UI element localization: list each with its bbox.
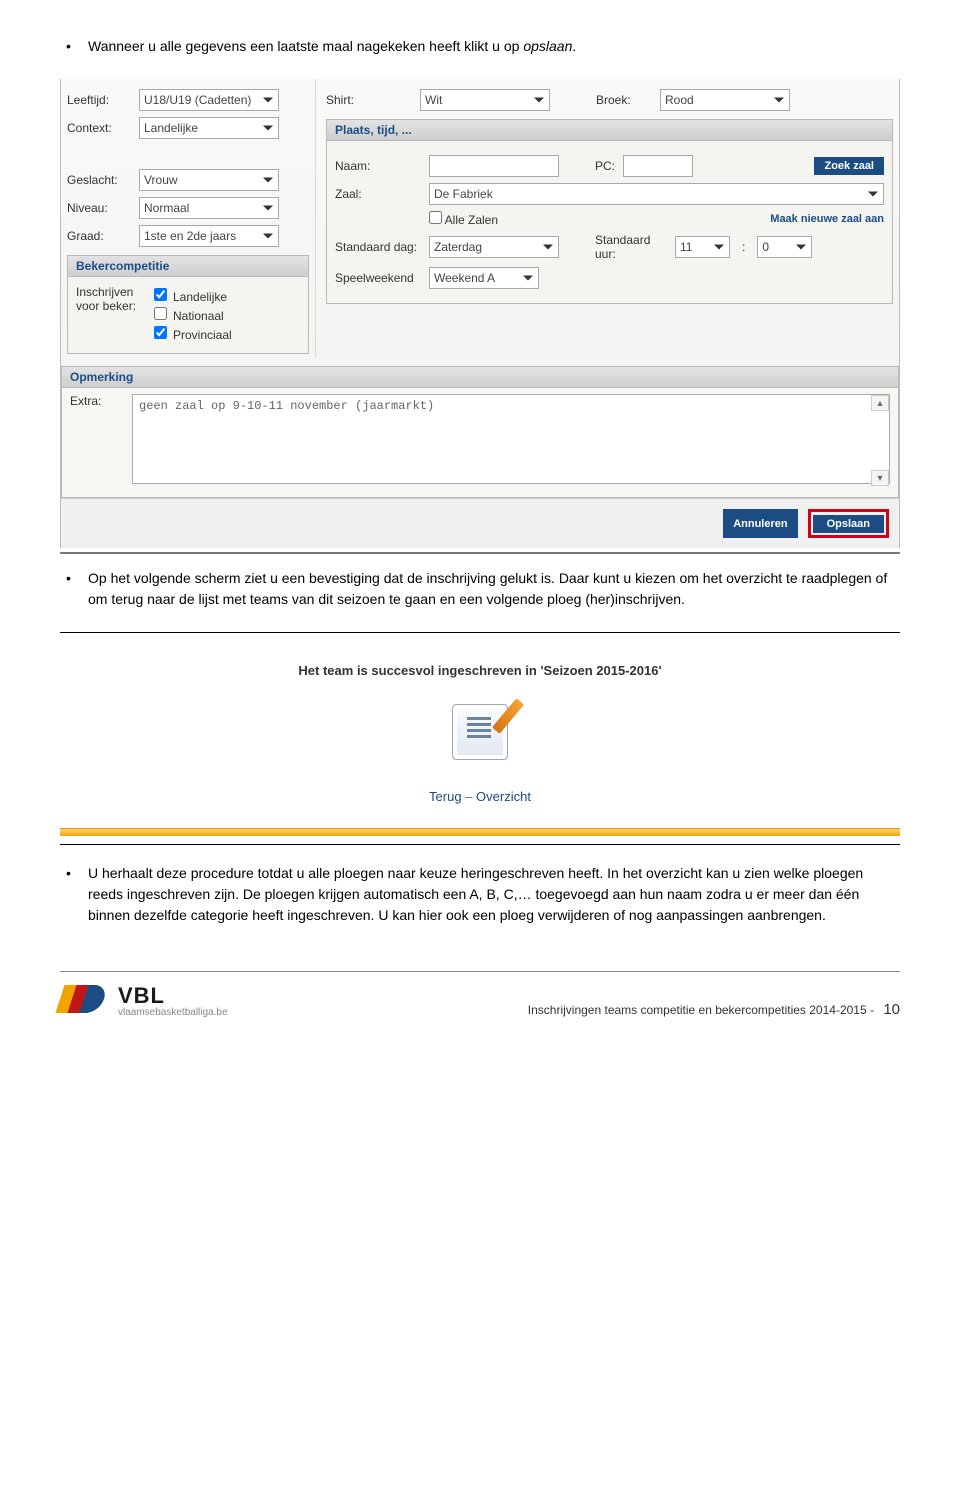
speelweekend-label: Speelweekend [335, 271, 421, 285]
bullet-dot: • [60, 863, 88, 926]
opmerking-panel-header: Opmerking [61, 366, 899, 388]
page-number: 10 [877, 1001, 900, 1018]
geslacht-select[interactable] [139, 169, 279, 191]
edit-note-icon [452, 704, 508, 760]
standaard-uur-label: Standaard uur: [595, 233, 667, 261]
naam-input[interactable] [429, 155, 559, 177]
bullet1-prefix: Wanneer u alle gegevens een laatste maal… [88, 38, 523, 54]
maak-nieuwe-zaal-link[interactable]: Maak nieuwe zaal aan [770, 213, 884, 225]
instruction-bullet-1: • Wanneer u alle gegevens een laatste ma… [60, 36, 900, 57]
leeftijd-select[interactable] [139, 89, 279, 111]
niveau-select[interactable] [139, 197, 279, 219]
bullet-dot: • [60, 568, 88, 610]
plaats-tijd-panel-header: Plaats, tijd, ... [326, 119, 893, 141]
extra-textarea[interactable]: geen zaal op 9-10-11 november (jaarmarkt… [132, 394, 890, 484]
terug-link[interactable]: Terug [429, 789, 462, 804]
standaard-uur-hour-select[interactable] [675, 236, 730, 258]
footer-doc-title: Inschrijvingen teams competitie en beker… [528, 1003, 874, 1017]
bullet1-suffix: . [572, 38, 576, 54]
speelweekend-select[interactable] [429, 267, 539, 289]
context-label: Context: [67, 121, 139, 135]
vbl-logo: VBL vlaamsebasketballiga.be [60, 983, 228, 1018]
annuleren-button[interactable]: Annuleren [723, 509, 797, 538]
opslaan-highlight: Opslaan [808, 509, 889, 538]
form-screenshot: Leeftijd: Context: Geslacht: Niveau: [60, 79, 900, 548]
pc-input[interactable] [623, 155, 693, 177]
niveau-label: Niveau: [67, 201, 139, 215]
geslacht-label: Geslacht: [67, 173, 139, 187]
vbl-logo-text: VBL [118, 983, 165, 1008]
divider [60, 632, 900, 633]
checkbox-provinciaal[interactable]: Provinciaal [154, 326, 232, 342]
naam-label: Naam: [335, 159, 421, 173]
graad-select[interactable] [139, 225, 279, 247]
opslaan-button[interactable]: Opslaan [813, 515, 884, 533]
divider [60, 552, 900, 554]
orange-bar [60, 828, 900, 836]
alle-zalen-checkbox[interactable]: Alle Zalen [429, 211, 498, 227]
instruction-bullet-3: • U herhaalt deze procedure totdat u all… [60, 863, 900, 926]
bullet-dot: • [60, 36, 88, 57]
broek-select[interactable] [660, 89, 790, 111]
zaal-label: Zaal: [335, 187, 421, 201]
broek-label: Broek: [596, 93, 652, 107]
vbl-logo-mark [60, 985, 112, 1017]
divider [60, 844, 900, 845]
scroll-down-icon[interactable]: ▾ [871, 470, 889, 486]
checkbox-landelijke[interactable]: Landelijke [154, 288, 232, 304]
inschrijven-beker-label: Inschrijven voor beker: [76, 285, 146, 345]
pc-label: PC: [595, 159, 615, 173]
standaard-uur-min-select[interactable] [757, 236, 812, 258]
page-footer: VBL vlaamsebasketballiga.be Inschrijving… [60, 983, 900, 1018]
bullet3-text: U herhaalt deze procedure totdat u alle … [88, 863, 900, 926]
overzicht-link[interactable]: Overzicht [476, 789, 531, 804]
extra-label: Extra: [70, 394, 120, 487]
standaard-dag-label: Standaard dag: [335, 240, 421, 254]
bullet2-text: Op het volgende scherm ziet u een bevest… [88, 568, 900, 610]
confirmation-screenshot: Het team is succesvol ingeschreven in 'S… [60, 653, 900, 836]
checkbox-provinciaal-input[interactable] [154, 326, 167, 339]
leeftijd-label: Leeftijd: [67, 93, 139, 107]
scroll-up-icon[interactable]: ▴ [871, 395, 889, 411]
bekercompetitie-panel-header: Bekercompetitie [67, 255, 309, 277]
instruction-bullet-2: • Op het volgende scherm ziet u een beve… [60, 568, 900, 610]
checkbox-nationaal[interactable]: Nationaal [154, 307, 232, 323]
zoek-zaal-button[interactable]: Zoek zaal [814, 157, 884, 175]
context-select[interactable] [139, 117, 279, 139]
confirmation-title: Het team is succesvol ingeschreven in 'S… [60, 663, 900, 678]
vbl-logo-url: vlaamsebasketballiga.be [118, 1007, 228, 1018]
shirt-label: Shirt: [326, 93, 412, 107]
shirt-select[interactable] [420, 89, 550, 111]
checkbox-landelijke-input[interactable] [154, 288, 167, 301]
checkbox-nationaal-input[interactable] [154, 307, 167, 320]
bullet1-action: opslaan [523, 38, 572, 54]
graad-label: Graad: [67, 229, 139, 243]
standaard-dag-select[interactable] [429, 236, 559, 258]
zaal-select[interactable] [429, 183, 884, 205]
